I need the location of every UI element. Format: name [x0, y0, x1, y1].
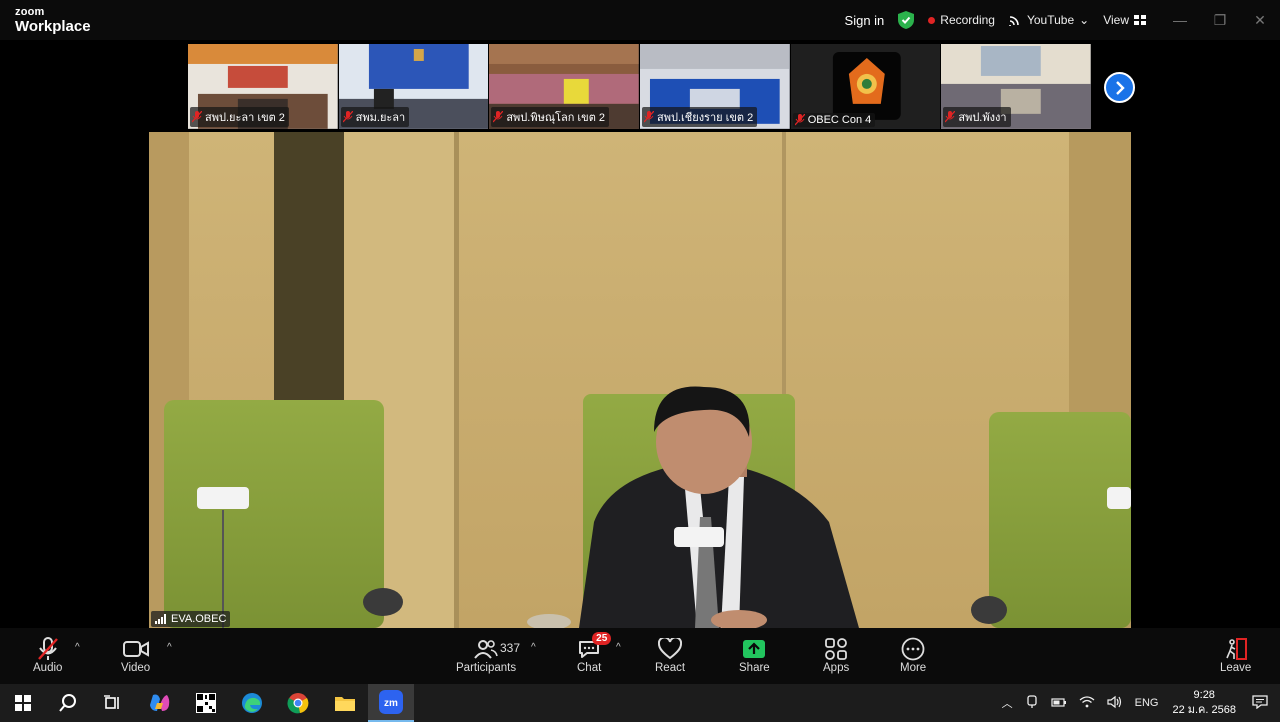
- video-button[interactable]: Video: [121, 636, 150, 674]
- zoom-app-taskbar-icon[interactable]: zm: [368, 684, 414, 722]
- search-icon[interactable]: [45, 684, 91, 722]
- participant-tile[interactable]: สพป.ยะลา เขต 2: [188, 44, 338, 129]
- gallery-next-button[interactable]: [1104, 72, 1135, 103]
- zoom-workplace-logo: zoom Workplace: [15, 6, 91, 35]
- participant-tile[interactable]: OBEC Con 4: [790, 44, 941, 129]
- video-label: Video: [121, 662, 151, 674]
- audio-options-caret-icon[interactable]: ^: [75, 642, 80, 653]
- qr-code-app-icon[interactable]: [183, 684, 229, 722]
- apps-icon: [825, 638, 848, 660]
- share-button[interactable]: Share: [739, 636, 770, 674]
- active-speaker-video[interactable]: EVA.OBEC: [149, 132, 1131, 628]
- participant-name: สพป.พังงา: [958, 112, 1007, 124]
- volume-icon[interactable]: [1107, 695, 1123, 712]
- mic-muted-icon: [644, 111, 655, 123]
- participant-gallery-strip: สพป.ยะลา เขต 2 สพม.ยะลา สพป.พิษณุโลก เขต…: [188, 44, 1092, 129]
- video-options-caret-icon[interactable]: ^: [167, 642, 172, 653]
- clock-date: 22 ม.ค. 2568: [1172, 704, 1236, 716]
- sign-in-link[interactable]: Sign in: [845, 13, 885, 28]
- leave-button[interactable]: Leave: [1220, 636, 1251, 674]
- participant-name: OBEC Con 4: [807, 114, 872, 126]
- audio-button[interactable]: Audio: [33, 636, 62, 674]
- youtube-label: YouTube: [1026, 13, 1075, 27]
- share-label: Share: [739, 662, 770, 674]
- participant-name: สพป.ยะลา เขต 2: [205, 112, 285, 124]
- youtube-stream-menu[interactable]: YouTube ⌄: [1009, 13, 1089, 27]
- input-language[interactable]: ENG: [1135, 697, 1159, 709]
- recording-dot-icon: [928, 16, 936, 24]
- mic-muted-icon: [493, 111, 504, 123]
- mic-muted-icon: [192, 111, 202, 123]
- zoom-app-label: zm: [384, 698, 398, 709]
- participant-tile[interactable]: สพป.พังงา: [941, 44, 1092, 129]
- participant-name: สพป.เชียงราย เขต 2: [657, 112, 754, 124]
- participant-count: 337: [500, 641, 521, 655]
- participants-icon: [474, 640, 498, 659]
- speaker-video-frame: [149, 132, 1131, 628]
- logo-small-text: zoom: [15, 6, 45, 18]
- mic-muted-icon: [37, 637, 58, 660]
- chat-label: Chat: [577, 662, 602, 674]
- meeting-toolbar: Audio ^ Video ^ Participants 337 ^ 25 Ch…: [0, 628, 1280, 684]
- apps-label: Apps: [823, 662, 850, 674]
- task-view-icon[interactable]: [90, 684, 136, 722]
- share-screen-icon: [743, 640, 766, 658]
- leave-label: Leave: [1220, 662, 1252, 674]
- chevron-down-icon: ⌄: [1079, 13, 1090, 27]
- react-button[interactable]: React: [655, 636, 685, 674]
- participant-tile[interactable]: สพป.พิษณุโลก เขต 2: [489, 44, 640, 129]
- speaker-name-tag: EVA.OBEC: [151, 611, 231, 627]
- more-button[interactable]: More: [900, 636, 926, 674]
- close-icon[interactable]: ✕: [1240, 0, 1280, 40]
- notifications-icon[interactable]: [1252, 694, 1268, 712]
- apps-button[interactable]: Apps: [823, 636, 849, 674]
- battery-icon[interactable]: [1051, 696, 1067, 711]
- copilot-icon[interactable]: [137, 684, 183, 722]
- restore-icon[interactable]: ❐: [1200, 0, 1240, 40]
- chat-options-caret-icon[interactable]: ^: [616, 642, 621, 653]
- edge-browser-icon[interactable]: [229, 684, 275, 722]
- video-camera-icon: [122, 641, 149, 657]
- leave-meeting-icon: [1225, 638, 1247, 660]
- logo-big-text: Workplace: [15, 18, 91, 35]
- system-tray: ︿ ENG 9:28 22 ม.ค. 2568: [996, 684, 1280, 722]
- mic-muted-icon: [794, 114, 805, 126]
- security-shield-icon[interactable]: [898, 11, 915, 29]
- participant-tile[interactable]: สพม.ยะลา: [338, 44, 489, 129]
- system-clock[interactable]: 9:28 22 ม.ค. 2568: [1172, 688, 1236, 718]
- meet-now-icon[interactable]: [1025, 694, 1039, 712]
- chat-button[interactable]: 25 Chat: [577, 632, 612, 674]
- chevron-up-icon[interactable]: ︿: [1002, 695, 1013, 711]
- grid-view-icon: [1134, 15, 1146, 25]
- title-bar: zoom Workplace Sign in Recording YouTube…: [0, 0, 1280, 40]
- participant-name: สพป.พิษณุโลก เขต 2: [506, 112, 606, 124]
- participants-options-caret-icon[interactable]: ^: [531, 642, 536, 653]
- windows-start-icon[interactable]: [0, 684, 46, 722]
- chevron-right-icon: [1115, 80, 1125, 95]
- chrome-browser-icon[interactable]: [275, 684, 321, 722]
- signal-strength-icon: [155, 614, 166, 624]
- participants-label: Participants: [456, 662, 517, 674]
- audio-label: Audio: [33, 662, 63, 674]
- react-label: React: [655, 662, 686, 674]
- more-label: More: [900, 662, 927, 674]
- minimize-icon[interactable]: —: [1160, 0, 1200, 40]
- mic-muted-icon: [342, 111, 353, 123]
- chat-unread-badge: 25: [592, 632, 612, 645]
- file-explorer-icon[interactable]: [322, 684, 368, 722]
- view-label: View: [1103, 13, 1129, 27]
- view-menu[interactable]: View: [1103, 13, 1146, 27]
- recording-label: Recording: [940, 13, 995, 27]
- live-stream-icon: [1009, 16, 1019, 26]
- windows-taskbar: zm ︿ ENG 9:28 22 ม.ค. 2568: [0, 684, 1280, 722]
- participant-tile[interactable]: สพป.เชียงราย เขต 2: [640, 44, 790, 129]
- heart-react-icon: [658, 638, 683, 660]
- participant-name: สพม.ยะลา: [355, 112, 406, 124]
- clock-time: 9:28: [1193, 689, 1215, 701]
- more-options-icon: [901, 637, 925, 661]
- recording-indicator[interactable]: Recording: [928, 13, 995, 27]
- wifi-icon[interactable]: [1079, 695, 1095, 711]
- mic-muted-icon: [945, 111, 956, 123]
- speaker-name: EVA.OBEC: [171, 613, 227, 625]
